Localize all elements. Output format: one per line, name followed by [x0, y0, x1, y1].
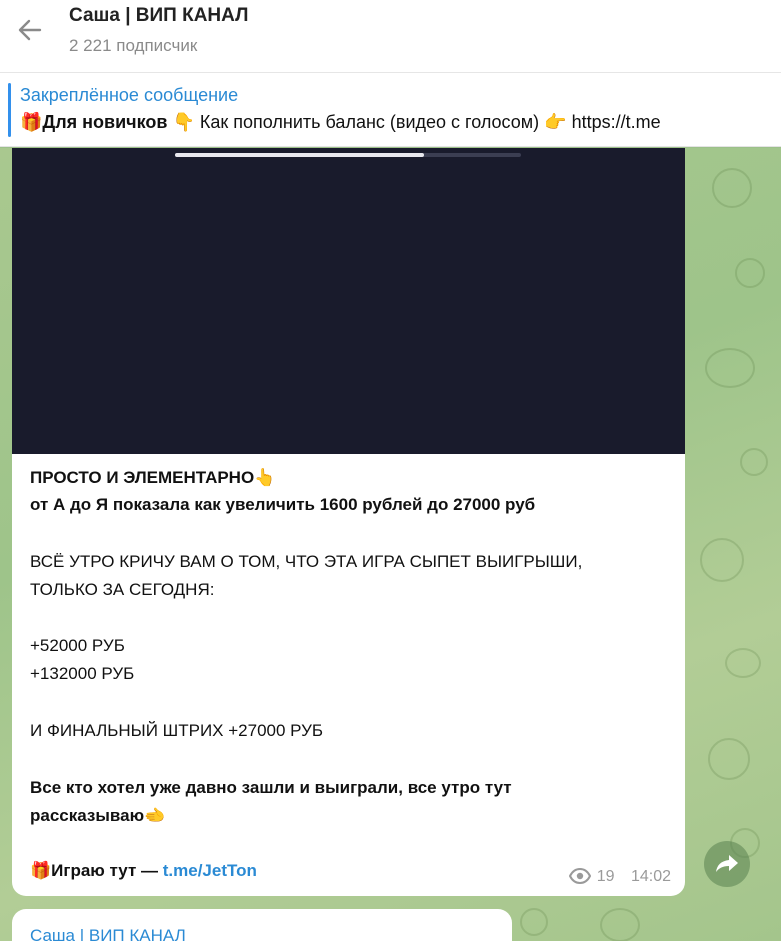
views-eye-icon	[568, 868, 591, 884]
pinned-link: https://t.me	[571, 112, 661, 132]
pinned-body: Как пополнить баланс (видео с голосом)	[199, 112, 540, 132]
message-line: +132000 РУБ	[30, 664, 135, 683]
video-player[interactable]	[12, 148, 685, 454]
pinned-text: 🎁Для новичков 👇 Как пополнить баланс (ви…	[20, 112, 661, 133]
pinned-bold: Для новичков	[42, 112, 168, 132]
message-meta: 19 14:02	[568, 868, 671, 886]
share-button[interactable]	[704, 841, 750, 887]
point-down-icon: 👇	[172, 112, 195, 133]
gift-icon: 🎁	[20, 112, 43, 133]
pinned-indicator	[8, 83, 11, 137]
message-line: ВСЁ УТРО КРИЧУ ВАМ О ТОМ, ЧТО ЭТА ИГРА С…	[30, 552, 583, 571]
gift-icon: 🎁	[30, 861, 52, 881]
video-progress-fill	[175, 153, 425, 157]
point-up-icon: 👆	[254, 468, 276, 488]
message-line: ТОЛЬКО ЗА СЕГОДНЯ:	[30, 580, 215, 599]
point-right-icon: 👉	[544, 112, 567, 133]
subscriber-count: 2 221 подписчик	[69, 36, 198, 55]
message-line: от А до Я показала как увеличить 1600 ру…	[30, 495, 536, 514]
view-count: 19	[596, 868, 615, 885]
back-arrow-icon[interactable]	[14, 14, 46, 46]
next-message-bubble: Саша | ВИП КАНАЛ	[12, 909, 512, 941]
message-bubble: ПРОСТО И ЭЛЕМЕНТАРНО👆 от А до Я показала…	[12, 148, 685, 896]
pinned-message[interactable]: Закреплённое сообщение 🎁Для новичков 👇 К…	[0, 73, 781, 147]
message-line: Все кто хотел уже давно зашли и выиграли…	[30, 778, 512, 797]
channel-title[interactable]: Саша | ВИП КАНАЛ	[69, 5, 248, 27]
message-line: 🎁Играю тут — t.me/JetTon	[30, 861, 257, 881]
video-progress-track[interactable]	[175, 153, 521, 157]
jetton-link[interactable]: t.me/JetTon	[163, 861, 257, 880]
message-line: +52000 РУБ	[30, 636, 125, 655]
hand-icon: 🫲	[144, 806, 166, 826]
next-message-sender[interactable]: Саша | ВИП КАНАЛ	[30, 926, 186, 941]
message-line: И ФИНАЛЬНЫЙ ШТРИХ +27000 РУБ	[30, 721, 324, 740]
message-line: рассказываю🫲	[30, 806, 166, 826]
share-arrow-icon	[716, 855, 738, 872]
chat-header: Саша | ВИП КАНАЛ 2 221 подписчик	[0, 0, 781, 73]
message-time: 14:02	[630, 868, 671, 885]
message-line: ПРОСТО И ЭЛЕМЕНТАРНО👆	[30, 468, 276, 488]
pinned-label: Закреплённое сообщение	[20, 85, 239, 105]
